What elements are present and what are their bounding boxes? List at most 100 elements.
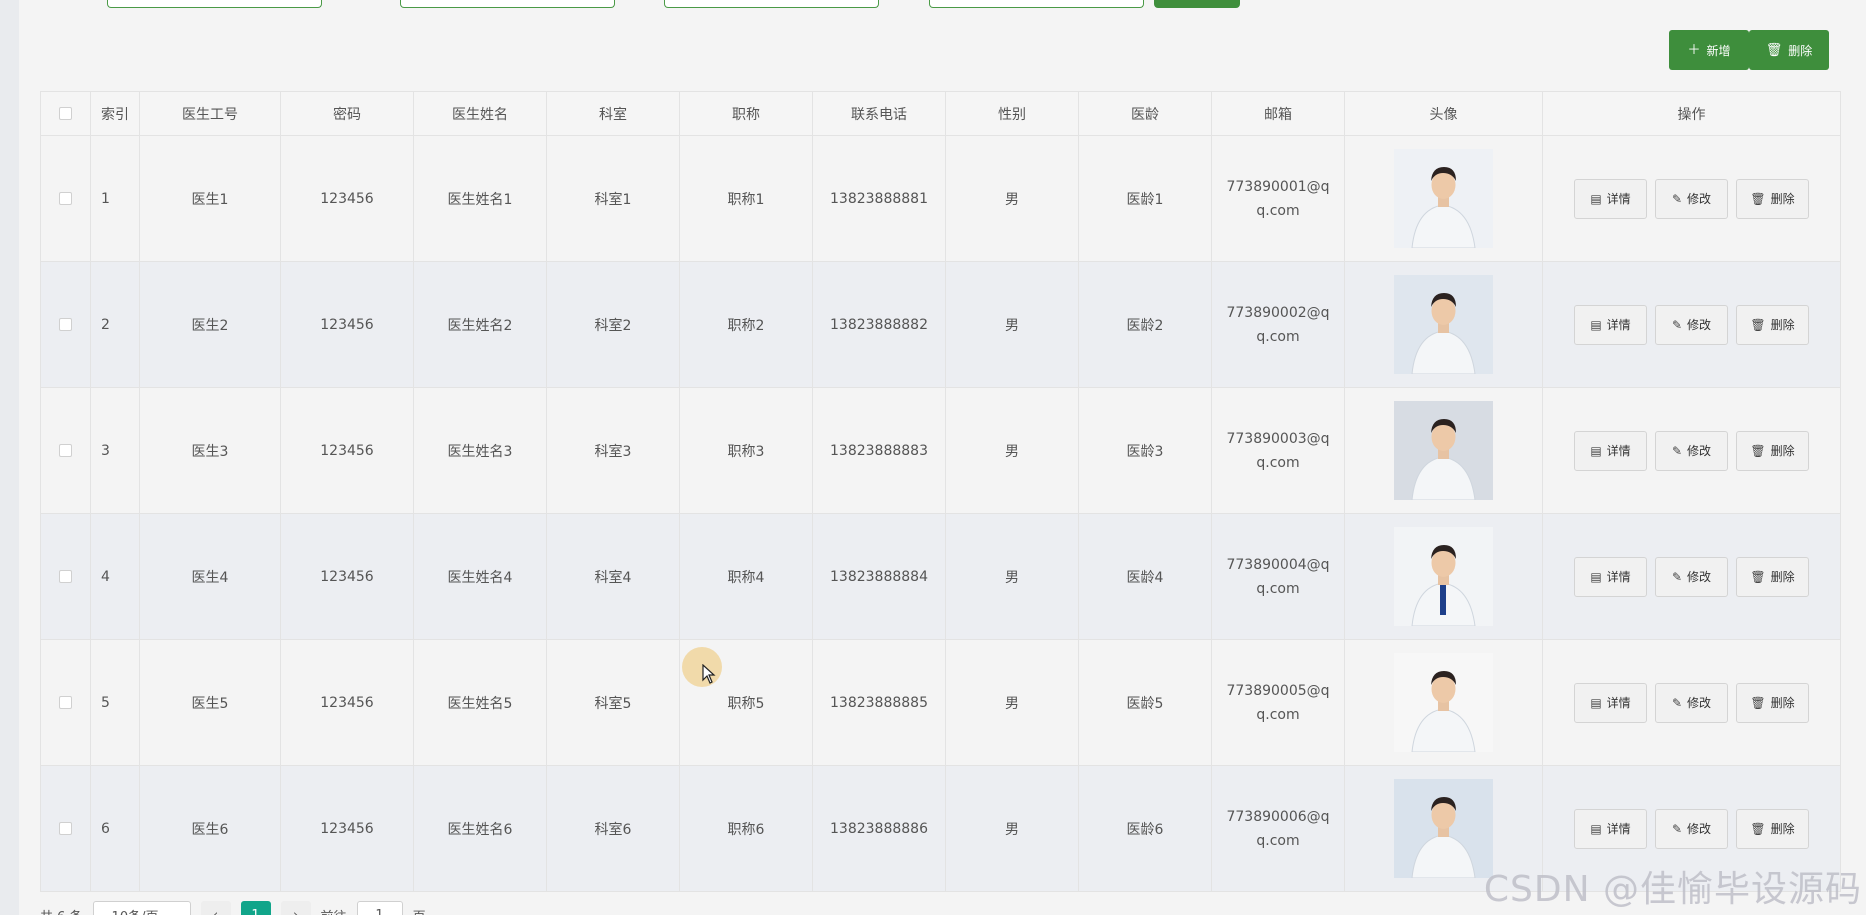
- row-select-cell[interactable]: [40, 513, 91, 640]
- cell-doctor-id: 医生2: [139, 261, 281, 388]
- table-row: 2 医生2 123456 医生姓名2 科室2 职称2 13823888882 男医龄2 7738…: [40, 261, 1841, 388]
- trash-icon: 🗑: [1750, 569, 1766, 584]
- edit-button[interactable]: ✎ 修改: [1655, 556, 1728, 597]
- row-checkbox[interactable]: [59, 696, 72, 709]
- trash-icon: 🗑: [1750, 191, 1766, 206]
- cell-title: 职称3: [679, 387, 813, 514]
- trash-icon: 🗑: [1750, 317, 1766, 332]
- search-button[interactable]: [1154, 0, 1240, 8]
- next-page-button[interactable]: ›: [280, 901, 311, 915]
- document-icon: ▤: [1590, 569, 1602, 584]
- header-department: 科室: [546, 91, 680, 136]
- detail-button[interactable]: ▤ 详情: [1574, 430, 1647, 471]
- table-row: 5 医生5 123456 医生姓名5 科室5 职称5 13823888885 男医龄5 7738…: [40, 639, 1841, 766]
- cell-avatar: [1344, 135, 1543, 262]
- detail-button[interactable]: ▤ 详情: [1574, 682, 1647, 723]
- delete-button[interactable]: 🗑 删除: [1736, 430, 1809, 471]
- cell-gender: 男: [945, 639, 1079, 766]
- cell-phone: 13823888885: [812, 639, 946, 766]
- search-input-2[interactable]: [400, 0, 615, 8]
- row-select-cell[interactable]: [40, 135, 91, 262]
- cell-years: 医龄1: [1078, 135, 1212, 262]
- pagination: 共 6 条 10条/页 ‹ 1 › 前往 1 页: [40, 900, 426, 915]
- search-input-4[interactable]: [929, 0, 1144, 8]
- cell-department: 科室3: [546, 387, 680, 514]
- trash-icon: 🗑: [1765, 42, 1783, 58]
- detail-button[interactable]: ▤ 详情: [1574, 304, 1647, 345]
- select-all-checkbox[interactable]: [59, 107, 72, 120]
- cell-index: 2: [90, 261, 140, 388]
- add-button-label: 新增: [1706, 43, 1731, 58]
- detail-label: 详情: [1606, 570, 1631, 584]
- cell-email: 773890001@qq.com: [1211, 135, 1345, 262]
- delete-button[interactable]: 🗑 删除: [1736, 178, 1809, 219]
- goto-page-input[interactable]: 1: [356, 901, 403, 915]
- delete-button[interactable]: 🗑 删除: [1736, 304, 1809, 345]
- detail-button[interactable]: ▤ 详情: [1574, 178, 1647, 219]
- row-select-cell[interactable]: [40, 765, 91, 892]
- batch-delete-button[interactable]: 🗑 删除: [1749, 30, 1829, 70]
- edit-button[interactable]: ✎ 修改: [1655, 430, 1728, 471]
- edit-label: 修改: [1687, 570, 1712, 584]
- cell-years: 医龄3: [1078, 387, 1212, 514]
- delete-label: 删除: [1770, 822, 1795, 836]
- cell-doctor-id: 医生5: [139, 639, 281, 766]
- edit-button[interactable]: ✎ 修改: [1655, 178, 1728, 219]
- header-years: 医龄: [1078, 91, 1212, 136]
- select-all-cell[interactable]: [40, 91, 91, 136]
- row-checkbox[interactable]: [59, 822, 72, 835]
- add-button[interactable]: ＋ 新增: [1669, 30, 1749, 70]
- row-select-cell[interactable]: [40, 261, 91, 388]
- table-row: 4 医生4 123456 医生姓名4 科室4 职称4 13823888884 男医龄4 7738…: [40, 513, 1841, 640]
- detail-label: 详情: [1606, 822, 1631, 836]
- cell-email: 773890002@qq.com: [1211, 261, 1345, 388]
- avatar: [1394, 275, 1493, 374]
- cell-actions: ▤ 详情 ✎ 修改 🗑 删除: [1542, 135, 1841, 262]
- cell-years: 医龄4: [1078, 513, 1212, 640]
- row-checkbox[interactable]: [59, 318, 72, 331]
- delete-button-label: 删除: [1788, 43, 1813, 58]
- search-input-1[interactable]: [107, 0, 322, 8]
- edit-button[interactable]: ✎ 修改: [1655, 808, 1728, 849]
- row-checkbox[interactable]: [59, 444, 72, 457]
- doctor-table: 索引 医生工号 密码 医生姓名 科室 职称 联系电话 性别 医龄 邮箱 头像 操…: [40, 91, 1841, 892]
- delete-button[interactable]: 🗑 删除: [1736, 808, 1809, 849]
- edit-label: 修改: [1687, 192, 1712, 206]
- delete-label: 删除: [1770, 318, 1795, 332]
- header-index: 索引: [90, 91, 140, 136]
- page-number-current[interactable]: 1: [240, 901, 271, 915]
- cell-doctor-id: 医生6: [139, 765, 281, 892]
- cell-doctor-name: 医生姓名4: [413, 513, 547, 640]
- header-title: 职称: [679, 91, 813, 136]
- detail-button[interactable]: ▤ 详情: [1574, 556, 1647, 597]
- header-phone: 联系电话: [812, 91, 946, 136]
- cell-password: 123456: [280, 387, 414, 514]
- document-icon: ▤: [1590, 443, 1602, 458]
- cell-phone: 13823888886: [812, 765, 946, 892]
- cell-department: 科室2: [546, 261, 680, 388]
- cell-doctor-id: 医生3: [139, 387, 281, 514]
- cell-password: 123456: [280, 135, 414, 262]
- edit-button[interactable]: ✎ 修改: [1655, 682, 1728, 723]
- detail-button[interactable]: ▤ 详情: [1574, 808, 1647, 849]
- row-checkbox[interactable]: [59, 192, 72, 205]
- cell-actions: ▤ 详情 ✎ 修改 🗑 删除: [1542, 387, 1841, 514]
- row-select-cell[interactable]: [40, 387, 91, 514]
- delete-button[interactable]: 🗑 删除: [1736, 682, 1809, 723]
- header-avatar: 头像: [1344, 91, 1543, 136]
- cell-index: 4: [90, 513, 140, 640]
- cell-avatar: [1344, 639, 1543, 766]
- edit-button[interactable]: ✎ 修改: [1655, 304, 1728, 345]
- header-doctor-id: 医生工号: [139, 91, 281, 136]
- delete-button[interactable]: 🗑 删除: [1736, 556, 1809, 597]
- cell-doctor-name: 医生姓名6: [413, 765, 547, 892]
- delete-label: 删除: [1770, 570, 1795, 584]
- row-select-cell[interactable]: [40, 639, 91, 766]
- search-input-3[interactable]: [664, 0, 879, 8]
- page-size-select[interactable]: 10条/页: [92, 901, 191, 915]
- document-icon: ▤: [1590, 695, 1602, 710]
- goto-prefix: 前往: [321, 906, 347, 915]
- cell-actions: ▤ 详情 ✎ 修改 🗑 删除: [1542, 261, 1841, 388]
- prev-page-button[interactable]: ‹: [200, 901, 231, 915]
- row-checkbox[interactable]: [59, 570, 72, 583]
